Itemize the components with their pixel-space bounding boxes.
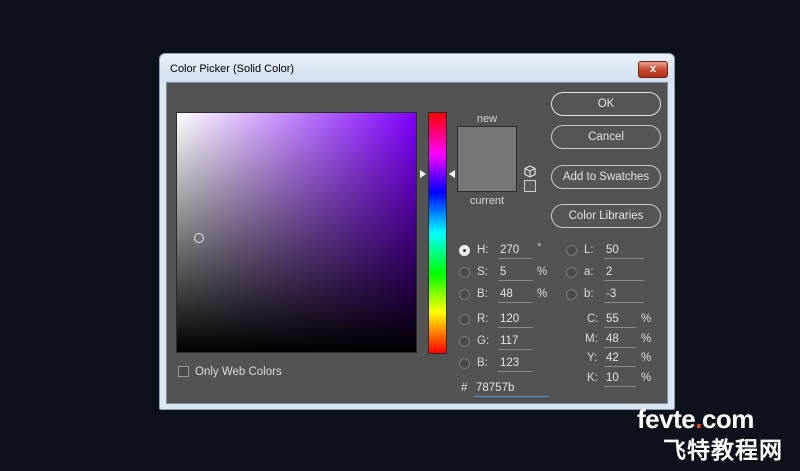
color-swatch xyxy=(457,126,517,192)
red-label: R: xyxy=(477,313,489,325)
lab-a-label: a: xyxy=(584,266,594,278)
lab-b-field[interactable]: -3 xyxy=(604,287,644,303)
hue-field[interactable]: 270 xyxy=(498,243,533,259)
web-safe-square-icon[interactable] xyxy=(524,180,536,192)
color-cursor-icon[interactable] xyxy=(194,233,204,243)
cyan-field[interactable]: 55 xyxy=(604,312,636,328)
watermark-text-c: com xyxy=(701,404,754,434)
new-color-swatch xyxy=(458,127,516,159)
brightness-field[interactable]: 48 xyxy=(498,287,533,303)
red-field[interactable]: 120 xyxy=(498,312,533,328)
green-radio[interactable] xyxy=(459,336,470,347)
close-button[interactable]: x xyxy=(638,61,668,78)
yellow-field[interactable]: 42 xyxy=(604,351,636,367)
cyan-label: C: xyxy=(587,313,599,325)
saturation-label: S: xyxy=(477,266,488,278)
saturation-unit: % xyxy=(537,266,548,278)
saturation-field[interactable]: 5 xyxy=(498,265,533,281)
lab-b-radio[interactable] xyxy=(566,289,577,300)
dialog-body: new current OK Cancel Add to Swatches Co… xyxy=(166,82,668,404)
only-web-colors-label: Only Web Colors xyxy=(195,366,282,378)
hue-unit: ° xyxy=(537,242,542,254)
watermark-text-dot: . xyxy=(695,404,702,434)
title-bar[interactable]: Color Picker (Solid Color) x xyxy=(160,54,674,82)
magenta-unit: % xyxy=(641,333,652,345)
current-label: current xyxy=(469,195,505,207)
watermark-chinese: 飞特教程网 xyxy=(663,438,783,464)
color-picker-dialog: Color Picker (Solid Color) x new current… xyxy=(159,53,675,410)
hue-slider-left-arrow-icon[interactable] xyxy=(420,170,426,178)
hue-radio[interactable] xyxy=(459,245,470,256)
ok-button[interactable]: OK xyxy=(551,92,661,116)
cyan-unit: % xyxy=(641,313,652,325)
lab-a-field[interactable]: 2 xyxy=(604,265,644,281)
hue-slider[interactable] xyxy=(428,112,447,354)
lab-l-field[interactable]: 50 xyxy=(604,243,644,259)
only-web-colors-checkbox[interactable] xyxy=(178,366,189,377)
lab-b-label: b: xyxy=(584,288,594,300)
new-label: new xyxy=(476,113,498,125)
color-libraries-button[interactable]: Color Libraries xyxy=(551,204,661,228)
red-radio[interactable] xyxy=(459,314,470,325)
out-of-gamut-cube-icon[interactable] xyxy=(523,165,537,179)
cancel-button[interactable]: Cancel xyxy=(551,125,661,149)
dialog-title: Color Picker (Solid Color) xyxy=(170,63,295,75)
close-icon: x xyxy=(649,63,657,75)
black-label: K: xyxy=(587,372,598,384)
hue-slider-right-arrow-icon[interactable] xyxy=(449,170,455,178)
lab-a-radio[interactable] xyxy=(566,267,577,278)
magenta-field[interactable]: 48 xyxy=(604,332,636,348)
green-field[interactable]: 117 xyxy=(498,334,533,350)
saturation-radio[interactable] xyxy=(459,267,470,278)
black-field[interactable]: 10 xyxy=(604,371,636,387)
brightness-radio[interactable] xyxy=(459,289,470,300)
add-to-swatches-button[interactable]: Add to Swatches xyxy=(551,165,661,189)
hue-label: H: xyxy=(477,244,489,256)
lab-l-label: L: xyxy=(584,244,594,256)
blue-label: B: xyxy=(477,357,488,369)
yellow-unit: % xyxy=(641,352,652,364)
saturation-brightness-field[interactable] xyxy=(176,112,417,353)
green-label: G: xyxy=(477,335,490,347)
brightness-unit: % xyxy=(537,288,548,300)
current-color-swatch[interactable] xyxy=(458,159,516,191)
blue-radio[interactable] xyxy=(459,358,470,369)
magenta-label: M: xyxy=(585,333,598,345)
brightness-label: B: xyxy=(477,288,488,300)
lab-l-radio[interactable] xyxy=(566,245,577,256)
yellow-label: Y: xyxy=(587,352,598,364)
watermark-text-a: fevte xyxy=(637,404,696,434)
black-unit: % xyxy=(641,372,652,384)
hex-field[interactable]: 78757b xyxy=(474,381,549,397)
hex-label: # xyxy=(461,382,468,394)
blue-field[interactable]: 123 xyxy=(498,356,533,372)
